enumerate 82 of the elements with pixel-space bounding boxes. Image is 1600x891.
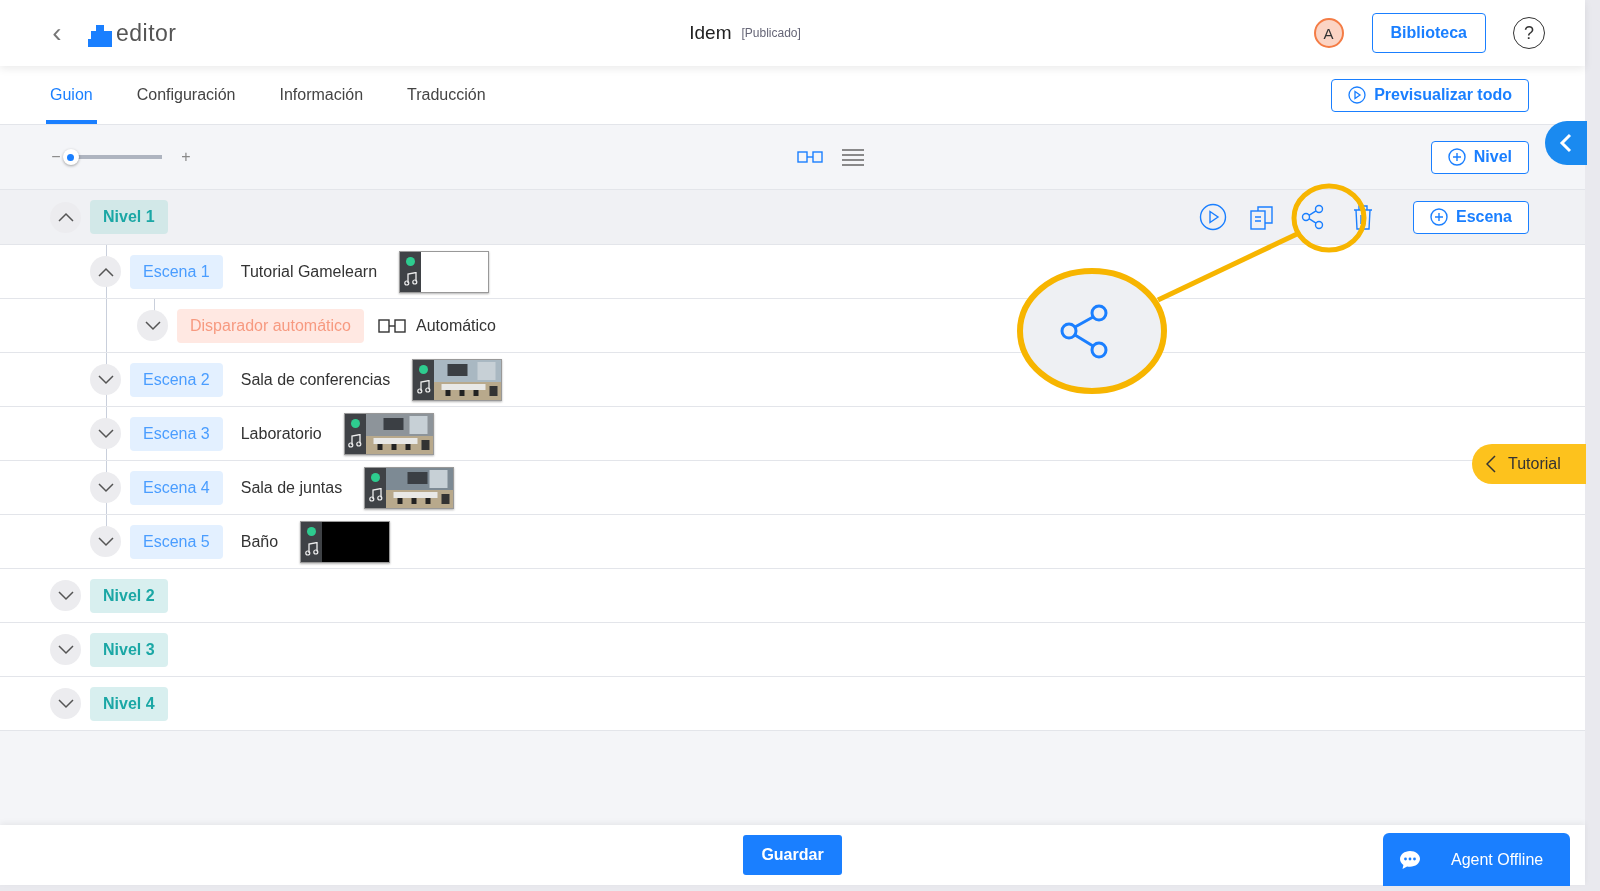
level-tag[interactable]: Nivel 4 bbox=[90, 686, 168, 721]
status-dot bbox=[307, 527, 317, 537]
expand-toggle[interactable] bbox=[90, 472, 121, 503]
expand-toggle[interactable] bbox=[90, 364, 121, 395]
chevron-down-icon bbox=[97, 374, 114, 385]
chevron-up-icon bbox=[57, 212, 74, 222]
scene-title: Sala de conferencias bbox=[240, 370, 391, 389]
add-level-button[interactable]: Nivel bbox=[1430, 140, 1529, 174]
expand-toggle[interactable] bbox=[50, 688, 81, 719]
help-button[interactable]: ? bbox=[1513, 17, 1545, 49]
plus-circle-icon bbox=[1429, 208, 1448, 226]
project-title: Idem bbox=[689, 22, 732, 44]
tab[interactable]: Traducción bbox=[403, 66, 490, 124]
tab[interactable]: Configuración bbox=[132, 66, 240, 124]
scene-thumbnail[interactable] bbox=[399, 250, 490, 293]
chevron-down-icon bbox=[97, 482, 114, 493]
music-note-icon bbox=[403, 271, 418, 286]
scene-tag[interactable]: Escena 2 bbox=[130, 362, 223, 397]
status-dot bbox=[371, 473, 381, 483]
tutorial-tab[interactable]: Tutorial bbox=[1472, 444, 1586, 484]
expand-toggle[interactable] bbox=[90, 526, 121, 557]
level-tag[interactable]: Nivel 1 bbox=[90, 200, 168, 234]
trigger-type: Automático bbox=[415, 316, 496, 335]
chevron-down-icon bbox=[57, 698, 74, 709]
library-button[interactable]: Biblioteca bbox=[1371, 13, 1486, 53]
scene-tag[interactable]: Escena 4 bbox=[130, 470, 223, 505]
zoom-in-label[interactable]: + bbox=[180, 148, 192, 166]
scene-title: Baño bbox=[240, 532, 279, 551]
music-note-icon bbox=[348, 433, 363, 448]
chevron-up-icon bbox=[97, 266, 114, 277]
scene-tag[interactable]: Escena 1 bbox=[130, 254, 223, 289]
scene-thumbnail[interactable] bbox=[364, 466, 455, 509]
scene-title: Tutorial Gamelearn bbox=[240, 262, 378, 281]
play-icon[interactable] bbox=[1198, 203, 1227, 231]
chevron-down-icon bbox=[97, 428, 114, 439]
slider-thumb[interactable] bbox=[62, 149, 79, 165]
scene-title: Sala de juntas bbox=[240, 478, 343, 497]
zoom-out-label[interactable]: − bbox=[50, 148, 62, 166]
add-scene-button[interactable]: Escena bbox=[1412, 200, 1529, 234]
expand-toggle[interactable] bbox=[50, 580, 81, 611]
chevron-down-icon bbox=[57, 590, 74, 601]
logo-text: editor bbox=[116, 19, 177, 47]
play-icon bbox=[1348, 86, 1367, 104]
logo-icon bbox=[88, 24, 112, 47]
scene-tag[interactable]: Escena 5 bbox=[130, 524, 223, 559]
share-icon bbox=[1060, 304, 1108, 359]
chevron-down-icon bbox=[97, 536, 114, 547]
scene-thumbnail[interactable] bbox=[412, 358, 503, 401]
music-note-icon bbox=[304, 541, 319, 556]
level-tag[interactable]: Nivel 2 bbox=[90, 578, 168, 613]
tab[interactable]: Información bbox=[275, 66, 368, 124]
chevron-down-icon bbox=[57, 644, 74, 655]
music-note-icon bbox=[416, 379, 431, 394]
save-button[interactable]: Guardar bbox=[743, 835, 842, 875]
status-label: [Publicado] bbox=[741, 26, 801, 40]
scene-title: Laboratorio bbox=[240, 424, 322, 443]
expand-toggle[interactable] bbox=[137, 310, 168, 341]
scene-thumbnail[interactable] bbox=[300, 520, 391, 563]
tab[interactable]: Guion bbox=[46, 66, 97, 124]
status-dot bbox=[350, 419, 360, 429]
status-dot bbox=[406, 257, 416, 267]
expand-toggle[interactable] bbox=[90, 418, 121, 449]
scene-tag[interactable]: Escena 3 bbox=[130, 416, 223, 451]
preview-button[interactable]: Previsualizar todo bbox=[1331, 78, 1529, 112]
scene-thumbnail[interactable] bbox=[343, 412, 434, 455]
node-view-icon[interactable] bbox=[797, 151, 824, 163]
chat-button[interactable]: Agent Offline bbox=[1383, 833, 1570, 886]
back-button[interactable]: ‹ bbox=[46, 19, 68, 47]
expand-toggle[interactable] bbox=[90, 256, 121, 287]
chevron-left-icon bbox=[1486, 455, 1496, 473]
expand-toggle[interactable] bbox=[50, 201, 81, 233]
node-link-icon bbox=[377, 318, 406, 333]
collapse-panel-icon[interactable] bbox=[1559, 133, 1573, 153]
chat-icon bbox=[1399, 849, 1421, 870]
music-note-icon bbox=[368, 487, 383, 502]
chevron-down-icon bbox=[144, 320, 161, 331]
level-tag[interactable]: Nivel 3 bbox=[90, 632, 168, 667]
expand-toggle[interactable] bbox=[50, 634, 81, 665]
user-avatar[interactable]: A bbox=[1313, 18, 1344, 48]
status-dot bbox=[419, 365, 429, 375]
list-view-icon[interactable] bbox=[841, 148, 866, 166]
plus-circle-icon bbox=[1447, 148, 1466, 166]
